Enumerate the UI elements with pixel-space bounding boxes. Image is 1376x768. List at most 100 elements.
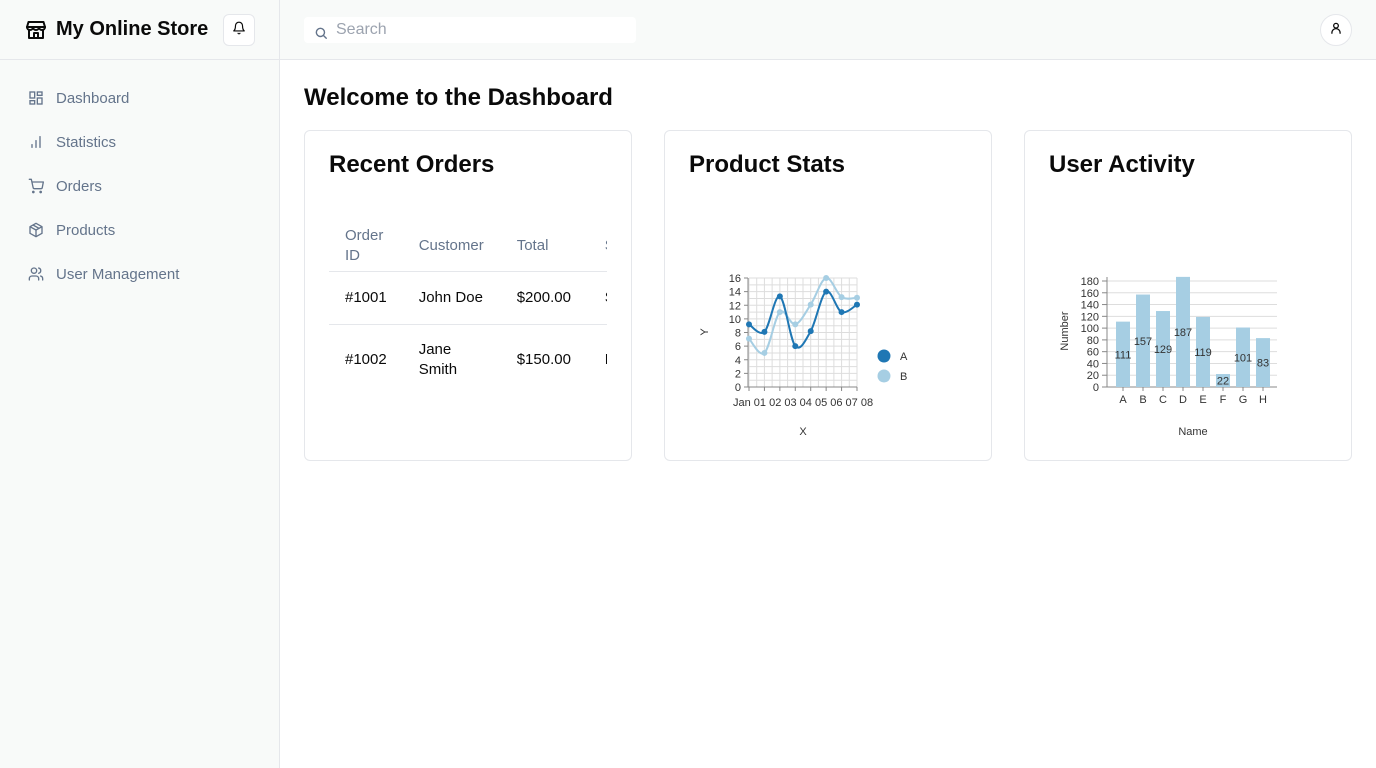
series-point-b [807,301,814,308]
y-axis-label: Y [699,328,711,336]
series-point-a [854,301,860,308]
dashboard-icon [28,90,44,106]
x-tick-label: F [1220,394,1227,406]
bar-value-label: 22 [1217,376,1229,388]
y-tick-label: 10 [729,314,741,326]
bar-value-label: 187 [1174,327,1192,339]
x-axis-label: Name [1178,426,1207,438]
legend-swatch-a [877,349,891,363]
sidebar-item-label: Orders [56,177,102,195]
table-cell: #1001 [329,271,403,325]
y-tick-label: 40 [1087,358,1099,370]
y-axis-label: Number [1059,311,1071,350]
dashboard-content: Welcome to the Dashboard Recent Orders O… [280,60,1376,485]
sidebar-item-user-management[interactable]: User Management [16,252,263,296]
bar-value-label: 129 [1154,344,1172,356]
y-tick-label: 80 [1087,335,1099,347]
y-tick-label: 0 [1093,382,1099,394]
y-tick-label: 14 [729,287,741,299]
y-tick-label: 100 [1081,323,1099,335]
table-row[interactable]: #1002 Jane Smith $150.00 P [329,324,607,396]
cards-row: Recent Orders Order ID Customer Total S [304,130,1352,461]
bar-value-label: 119 [1194,347,1212,359]
orders-table-wrapper[interactable]: Order ID Customer Total S #1001 John Doe [329,179,607,396]
topbar [280,0,1376,60]
app-root: My Online Store Dashboard Statistics Ord… [0,0,1376,768]
y-tick-label: 4 [735,355,741,367]
sidebar-item-orders[interactable]: Orders [16,164,263,208]
user-icon [1329,21,1343,38]
sidebar-item-label: Products [56,221,116,239]
package-icon [28,222,44,238]
x-tick-label: B [1139,394,1146,406]
sidebar-nav: Dashboard Statistics Orders Products Use… [0,60,279,312]
x-tick-label: H [1259,394,1267,406]
sidebar-item-label: User Management [56,265,180,283]
series-point-b [823,275,830,281]
product-stats-card: Product Stats 0 2 4 6 8 10 12 14 16 Jan 01 02 03 … [664,130,992,461]
column-header: Total [500,221,589,272]
legend-label: B [900,371,907,383]
bar-value-label: 101 [1234,352,1252,364]
y-tick-label: 180 [1081,276,1099,288]
y-tick-label: 12 [729,300,741,312]
store-icon [24,18,48,42]
y-tick-label: 8 [735,328,741,340]
column-header: S [588,221,607,272]
x-tick-label: D [1179,394,1187,406]
notifications-button[interactable] [223,13,255,46]
legend-label: A [900,351,908,363]
y-tick-label: 16 [729,273,741,285]
y-tick-label: 140 [1081,300,1099,312]
bar-value-label: 111 [1115,349,1132,361]
y-tick-label: 0 [735,382,741,394]
table-cell: Jane Smith [418,341,458,379]
bar-chart-icon [28,134,44,150]
series-point-a [792,343,799,350]
search-icon [314,26,328,40]
cart-icon [28,178,44,194]
user-avatar-button[interactable] [1320,13,1352,46]
y-tick-label: 60 [1087,347,1099,359]
table-header-row: Order ID Customer Total S [329,221,607,272]
sidebar-item-products[interactable]: Products [16,208,263,252]
orders-table: Order ID Customer Total S #1001 John Doe [329,221,607,396]
sidebar-item-label: Statistics [56,133,117,151]
sidebar-header: My Online Store [0,0,279,60]
x-axis-label: X [799,426,807,438]
search-box[interactable] [304,16,636,43]
sidebar-item-statistics[interactable]: Statistics [16,120,263,164]
y-tick-label: 20 [1087,370,1099,382]
search-input[interactable] [336,20,616,39]
table-cell: John Doe [402,271,501,325]
table-cell: P [589,324,607,396]
series-point-b [854,294,860,301]
main-area: Welcome to the Dashboard Recent Orders O… [280,0,1376,768]
table-row[interactable]: #1001 John Doe $200.00 S [329,271,607,325]
series-point-b [838,294,845,301]
recent-orders-card: Recent Orders Order ID Customer Total S [304,130,632,461]
sidebar: My Online Store Dashboard Statistics Ord… [0,0,280,768]
bar-value-label: 157 [1134,336,1152,348]
page-title: Welcome to the Dashboard [304,84,613,111]
bell-icon [232,21,246,38]
sidebar-item-dashboard[interactable]: Dashboard [16,76,263,120]
card-title: Recent Orders [329,151,495,178]
series-point-b [776,309,783,316]
users-icon [28,266,44,282]
series-point-a [823,288,830,295]
x-tick-label: G [1239,394,1248,406]
series-point-b [761,349,768,356]
x-tick-labels: Jan 01 02 03 04 05 06 07 08 [733,397,873,409]
legend-swatch-b [877,369,891,383]
series-point-a [776,293,783,300]
table-cell: S [588,271,607,325]
table-cell: $150.00 [516,351,571,369]
y-tick-label: 2 [735,368,741,380]
product-stats-line-chart: 0 24 68 10 1214 16 Jan 01 02 03 04 05 06 07 08… [699,273,908,438]
brand-title: My Online Store [56,18,209,40]
series-point-a [838,309,845,316]
y-tick-label: 120 [1081,311,1099,323]
series-point-a [746,321,752,328]
x-tick-label: E [1199,394,1206,406]
